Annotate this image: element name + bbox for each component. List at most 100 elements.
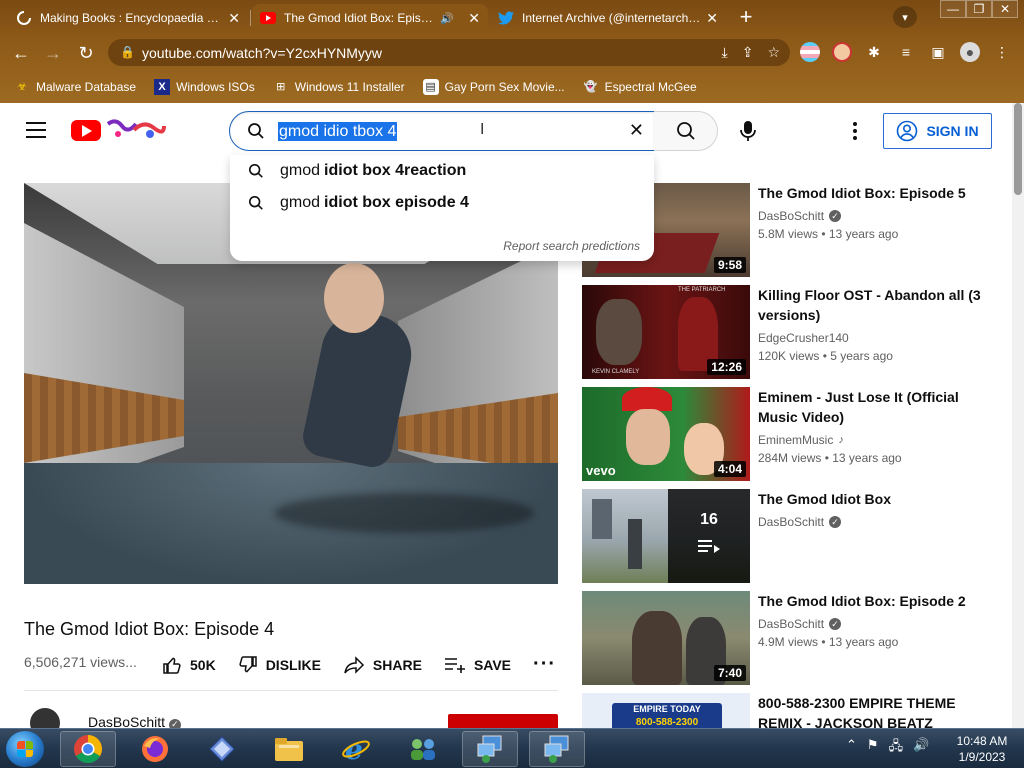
share-button[interactable]: SHARE [343,655,422,674]
subscribe-button[interactable] [448,714,558,728]
channel-label: EminemMusic [758,433,834,447]
view-count[interactable]: 6,506,271 views... [24,654,137,670]
video-thumbnail[interactable]: vevo 4:04 [582,387,750,481]
profile-avatar-icon[interactable]: ● [960,42,980,62]
media-controls-icon[interactable]: ≡ [896,42,916,62]
clear-search-icon[interactable]: ✕ [629,120,644,141]
install-app-icon[interactable]: ⤓ [722,44,728,61]
thumbs-up-icon [163,657,181,674]
tab-title: Internet Archive (@internetarchive) [522,11,701,25]
tab-search-button[interactable]: ▾ [893,6,917,28]
bookmark-star-icon[interactable]: ☆ [767,44,780,61]
close-window-button[interactable]: ✕ [992,0,1018,18]
scene-figure-head [324,263,384,333]
recommendation-item[interactable]: EMPIRE TODAY 800-588-2300 800-588-2300 E… [582,693,1002,728]
save-button[interactable]: SAVE [444,656,511,674]
share-arrow-icon [344,655,364,674]
action-center-flag-icon[interactable]: ⚑ [867,737,879,759]
bookmark-espectral-mcgee[interactable]: 👻 Espectral McGee [583,79,697,95]
save-label: SAVE [473,656,512,673]
suggestion-item[interactable]: gmod idiot box episode 4 [230,187,654,219]
recommendation-item[interactable]: 7:40 The Gmod Idiot Box: Episode 2 DasBo… [582,591,1002,685]
puzzle-icon[interactable]: ✱ [864,42,884,62]
chrome-icon [74,735,102,763]
taskbar-file-explorer[interactable] [261,731,317,767]
close-tab-icon[interactable]: ✕ [222,10,240,27]
bookmark-malware-database[interactable]: ☣ Malware Database [14,79,136,95]
search-button[interactable] [654,111,718,151]
video-thumbnail[interactable]: 7:40 [582,591,750,685]
vevo-label: vevo [586,463,616,478]
suggestion-prefix: gmod [280,194,321,211]
youtube-page: gmod idio tbox 4 I ✕ SIGN IN gmod idiot … [0,103,1012,728]
menu-kebab-icon[interactable]: ⋮ [992,42,1012,62]
search-icon [248,163,263,178]
video-duration: 7:40 [713,665,746,681]
recommendation-item[interactable]: THE PATRIARCH KEVIN CLAMELY 12:26 Killin… [582,285,1002,379]
search-input[interactable]: gmod idio tbox 4 I ✕ [229,111,655,151]
close-tab-icon[interactable]: ✕ [700,10,718,27]
restore-button[interactable]: ❐ [966,0,992,18]
taskbar-remote-desktop[interactable] [462,731,518,767]
voice-search-button[interactable] [728,111,768,151]
taskbar-remote-desktop-2[interactable] [529,731,585,767]
video-duration: 4:04 [713,461,746,477]
speaker-icon[interactable]: 🔊 [440,12,454,25]
channel-avatar[interactable] [30,708,60,728]
tab-britannica[interactable]: Making Books : Encyclopaedia Britannica … [8,4,248,32]
address-bar[interactable]: 🔒 youtube.com/watch?v=Y2cxHYNMyyw ⤓ ⇪ ☆ [108,39,790,66]
tab-youtube-active[interactable]: The Gmod Idiot Box: Episode 4 🔊 ✕ [252,4,488,32]
forward-button[interactable]: → [42,42,64,64]
trans-flag-extension-icon[interactable] [800,42,820,62]
playlist-thumbnail[interactable]: 16 [582,489,750,583]
video-title: The Gmod Idiot Box: Episode 4 [24,619,275,639]
sign-in-button[interactable]: SIGN IN [883,113,992,149]
hamburger-menu-icon[interactable] [26,122,46,138]
playlist-count: 16 [700,511,718,528]
share-icon[interactable]: ⇪ [742,44,754,61]
more-actions-icon[interactable]: ··· [533,653,556,676]
bookmark-windows-11-installer[interactable]: ⊞ Windows 11 Installer [273,79,404,95]
reload-button[interactable]: ↻ [75,42,97,64]
volume-icon[interactable]: 🔊 [913,737,929,759]
dislike-button[interactable]: DISLIKE [238,655,321,675]
youtube-doodle-logo[interactable] [104,116,166,142]
taskbar-chrome[interactable] [60,731,116,767]
channel-name[interactable]: DasBoSchitt ✓ [88,714,181,728]
close-tab-icon[interactable]: ✕ [462,10,480,27]
music-note-icon: ♪ [838,434,844,446]
taskbar-clock[interactable]: 10:48 AM 1/9/2023 [952,733,1012,765]
bookmark-windows-isos[interactable]: X Windows ISOs [154,78,255,95]
side-panel-icon[interactable]: ▣ [928,42,948,62]
video-thumbnail[interactable]: EMPIRE TODAY 800-588-2300 [582,693,750,728]
start-button[interactable] [6,731,44,767]
taskbar-app[interactable] [194,731,250,767]
taskbar-internet-explorer[interactable]: e [328,731,384,767]
back-button[interactable]: ← [10,42,32,64]
recommendation-playlist[interactable]: 16 The Gmod Idiot Box DasBoSchitt ✓ [582,489,1002,583]
taskbar-network-people[interactable] [395,731,451,767]
scrollbar-thumb[interactable] [1014,103,1022,195]
report-predictions-link[interactable]: Report search predictions [503,239,640,253]
playlist-overlay: 16 [668,489,750,583]
file-explorer-icon [275,738,303,761]
minimize-button[interactable]: — [940,0,966,18]
recommendation-item[interactable]: vevo 4:04 Eminem - Just Lose It (Officia… [582,387,1002,481]
video-duration: 12:26 [707,359,746,375]
tab-twitter[interactable]: Internet Archive (@internetarchive) ✕ [490,4,726,32]
suggestion-bold: idiot box episode 4 [324,194,469,211]
profile-extension-icon[interactable] [832,42,852,62]
network-icon[interactable]: 🖧 [889,737,904,759]
suggestion-item[interactable]: gmod idiot box 4 reaction [230,155,654,187]
biohazard-icon: ☣ [17,81,27,93]
page-scrollbar[interactable] [1012,103,1024,728]
video-thumbnail[interactable]: THE PATRIARCH KEVIN CLAMELY 12:26 [582,285,750,379]
recommendation-title: The Gmod Idiot Box: Episode 5 [758,185,966,201]
settings-more-icon[interactable] [845,119,865,143]
bookmark-site[interactable]: ▤ Gay Porn Sex Movie... [422,78,565,95]
taskbar-firefox[interactable] [127,731,183,767]
show-hidden-icons-icon[interactable]: ⌃ [846,737,857,759]
youtube-logo[interactable] [71,120,101,141]
new-tab-button[interactable]: + [733,6,759,30]
like-button[interactable]: 50K [162,655,216,675]
